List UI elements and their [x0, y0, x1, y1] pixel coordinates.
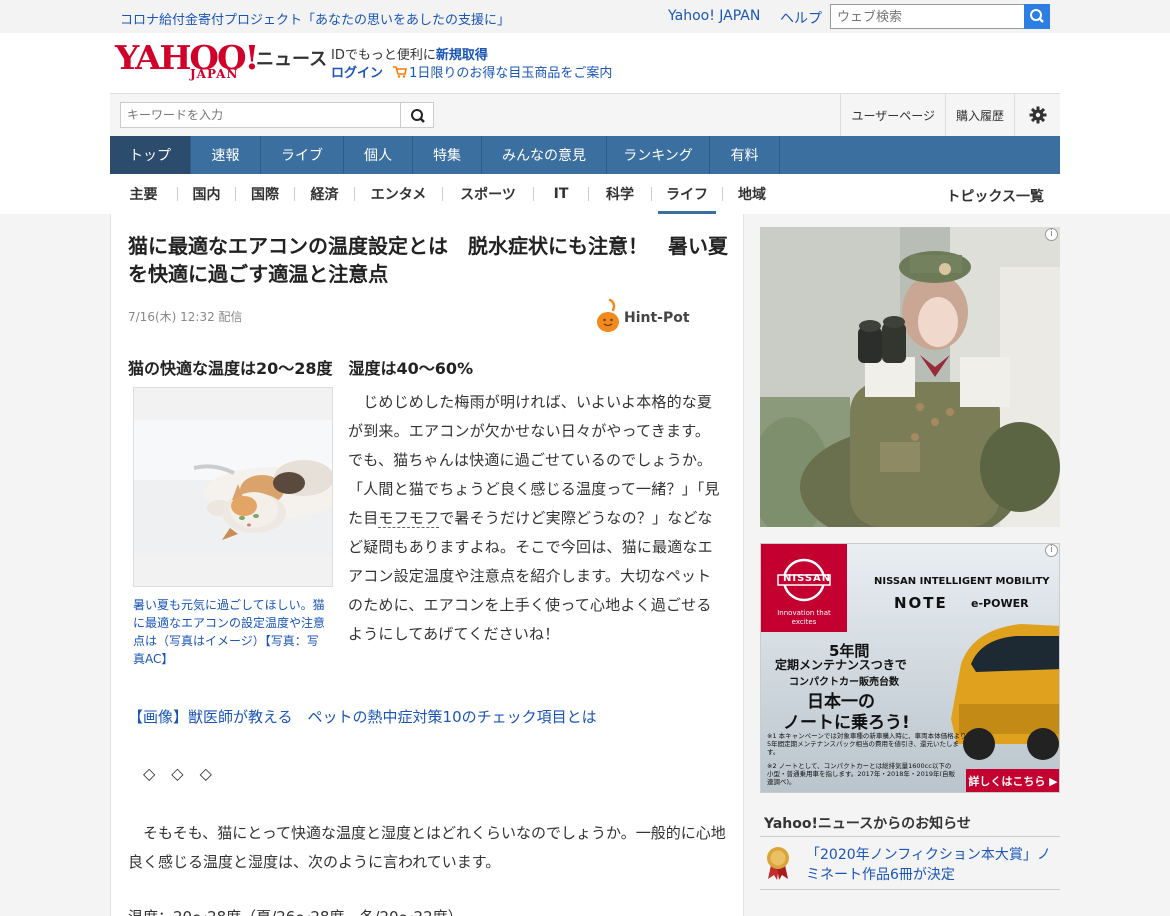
sub-nav-science[interactable]: 科学 [589, 174, 651, 214]
divider [651, 187, 652, 201]
sub-nav-main[interactable]: 主要 [110, 174, 177, 214]
promo-link[interactable]: コロナ給付金寄付プロジェクト「あなたの思いをあしたの支援に」 [120, 9, 510, 28]
article-image[interactable] [133, 387, 333, 587]
topics-list-link[interactable]: トピックス一覧 [946, 186, 1044, 206]
source-name: Hint-Pot [624, 310, 690, 326]
main-nav-paid[interactable]: 有料 [710, 136, 780, 174]
ad-details-button[interactable]: 詳しくはこちら ▶ [966, 769, 1059, 792]
source-logo[interactable]: Hint-Pot [596, 298, 706, 334]
keyword-search-input[interactable] [120, 102, 409, 128]
section-divider: ◇◇◇ [143, 764, 228, 783]
sub-nav-entertainment[interactable]: エンタメ [355, 174, 442, 214]
article-title: 猫に最適なエアコンの温度設定とは 脱水症状にも注意！ 暑い夏を快適に過ごす適温と… [128, 234, 728, 286]
ad-line-sales: コンパクトカー販売台数 [789, 677, 899, 688]
notice-heading: Yahoo!ニュースからのお知らせ [764, 816, 971, 832]
deal-link[interactable]: 1日限りのお得な目玉商品をご案内 [409, 66, 612, 81]
glossary-term[interactable]: モフモフ [378, 509, 440, 528]
id-promo: IDでもっと便利に新規取得 [331, 44, 488, 63]
nissan-brand: NISSAN [783, 573, 832, 584]
main-nav-top[interactable]: トップ [110, 136, 191, 174]
medal-icon [767, 847, 789, 880]
yahoo-japan-logo[interactable]: YAHOO! JAPAN [115, 39, 259, 83]
sub-nav-domestic[interactable]: 国内 [178, 174, 235, 214]
ad-info-icon[interactable]: i [1045, 228, 1058, 241]
main-nav: トップ 速報 ライブ 個人 特集 みんなの意見 ランキング 有料 [110, 136, 1060, 174]
main-nav-opinions[interactable]: みんなの意見 [482, 136, 607, 174]
main-nav-breaking[interactable]: 速報 [191, 136, 261, 174]
article-subheading: 猫の快適な温度は20～28度 湿度は40～60% [128, 359, 474, 378]
sidebar-ad-nissan[interactable]: NISSAN Innovation that excites NISSAN IN… [760, 543, 1060, 793]
top-bar: コロナ給付金寄付プロジェクト「あなたの思いをあしたの支援に」 Yahoo! JA… [0, 0, 1170, 33]
sub-nav-local[interactable]: 地域 [723, 174, 781, 214]
settings-button[interactable] [1014, 94, 1060, 136]
ad-fine-print-1: ※1 本キャンペーンでは対象車種の新車購入時に、車両本体価格より5年間定期メンテ… [767, 732, 967, 756]
notice-item-link[interactable]: 「2020年ノンフィクション本大賞」ノミネート作品6冊が決定 [806, 845, 1056, 885]
logo-sub: JAPAN [190, 67, 239, 81]
main-nav-features[interactable]: 特集 [413, 136, 482, 174]
site-header: YAHOO! JAPAN ニュース IDでもっと便利に新規取得 ログイン 1日限… [110, 33, 1060, 93]
divider [760, 889, 1060, 890]
ad-line-ride-note: ノートに乗ろう! [783, 713, 910, 733]
intro-text-part1: じめじめした梅雨が明ければ、いよいよ本格的な夏が到来。エアコンが欠かせない日々が… [348, 393, 720, 527]
divider [760, 836, 1060, 837]
search-row: ユーザーページ 購入履歴 [110, 93, 1060, 136]
login-link[interactable]: ログイン [331, 66, 383, 81]
gear-icon [1029, 106, 1046, 124]
ad-fine-print-2: ※2 ノートとして、コンパクトカーとは総排気量1600cc以下の小型・普通乗用車… [767, 762, 956, 786]
article-date: 7/16(木) 12:32 配信 [128, 310, 243, 324]
search-icon [411, 109, 425, 123]
sub-nav-life[interactable]: ライフ [658, 174, 716, 214]
nissan-tagline: Innovation that excites [777, 609, 831, 626]
ad-photo-image [760, 227, 1060, 527]
help-link[interactable]: ヘルプ [780, 8, 822, 28]
nissan-intelligent-mobility: NISSAN INTELLIGENT MOBILITY [874, 576, 1050, 587]
main-nav-ranking[interactable]: ランキング [607, 136, 710, 174]
main-nav-live[interactable]: ライブ [261, 136, 344, 174]
ad-info-icon[interactable]: i [1045, 544, 1058, 557]
article-body-intro: じめじめした梅雨が明ければ、いよいよ本格的な夏が到来。エアコンが欠かせない日々が… [348, 388, 723, 649]
sub-nav-sports[interactable]: スポーツ [443, 174, 533, 214]
note-model: NOTE [894, 594, 948, 612]
article-body-paragraph: そもそも、猫にとって快適な温度と湿度とはどれくらいなのでしょうか。一般的に心地良… [128, 824, 726, 871]
intro-text-part2: で暑そうだけど実際どうなの？」などなど疑問もありますよね。そこで今回は、猫に最適… [348, 509, 713, 643]
hint-pot-logo-icon [597, 298, 619, 332]
news-label[interactable]: ニュース [256, 45, 327, 71]
web-search-input[interactable] [830, 4, 1026, 29]
keyword-search-button[interactable] [400, 102, 434, 128]
related-image-link[interactable]: 【画像】獣医師が教える ペットの熱中症対策10のチェック項目とは [128, 706, 597, 727]
sub-nav-international[interactable]: 国際 [236, 174, 294, 214]
ad-line-maintenance: 定期メンテナンスつきで [775, 658, 907, 672]
user-page-link[interactable]: ユーザーページ [840, 94, 945, 136]
main-nav-individual[interactable]: 個人 [344, 136, 413, 174]
login-row: ログイン 1日限りのお得な目玉商品をご案内 [331, 62, 612, 81]
id-promo-text: IDでもっと便利に [331, 48, 436, 63]
image-caption[interactable]: 暑い夏も元気に過ごしてほしい。猫に最適なエアコンの設定温度や注意点は（写真はイメ… [133, 596, 329, 668]
article: 猫に最適なエアコンの温度設定とは 脱水症状にも注意！ 暑い夏を快適に過ごす適温と… [110, 214, 744, 916]
sub-nav-economy[interactable]: 経済 [295, 174, 354, 214]
yahoo-japan-link[interactable]: Yahoo! JAPAN [668, 8, 760, 24]
account-links: ユーザーページ 購入履歴 [840, 94, 1060, 136]
sub-nav-it[interactable]: IT [534, 174, 588, 214]
epower-label: e-POWER [971, 597, 1029, 610]
cart-icon [393, 66, 408, 78]
register-link[interactable]: 新規取得 [436, 48, 488, 63]
article-body-paragraph: 温度：20～28度（夏/26～28度 冬/20～22度） [128, 906, 463, 916]
sidebar-ad-photo[interactable] [760, 227, 1060, 527]
purchase-history-link[interactable]: 購入履歴 [944, 94, 1014, 136]
search-icon [1030, 9, 1044, 23]
cat-photo [134, 388, 332, 586]
web-search-button[interactable] [1024, 4, 1050, 29]
sub-nav: 主要 国内 国際 経済 エンタメ スポーツ IT 科学 ライフ 地域 トピックス… [110, 174, 1060, 214]
